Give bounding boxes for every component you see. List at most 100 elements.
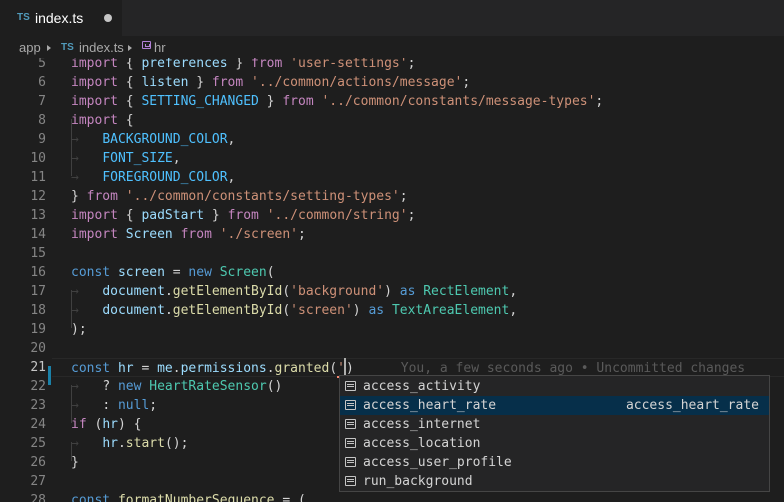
token: from bbox=[282, 94, 314, 109]
suggestion-item[interactable]: access_user_profile bbox=[340, 453, 769, 472]
tab-index-ts[interactable]: TS index.ts bbox=[0, 0, 122, 36]
line-number: 5 bbox=[38, 58, 46, 71]
line-number: 11 bbox=[30, 170, 46, 185]
token: import bbox=[71, 227, 118, 242]
suggestion-item[interactable]: access_location bbox=[340, 434, 769, 453]
token: . bbox=[164, 303, 173, 318]
token: ; bbox=[298, 227, 306, 242]
code-line: 13 import { padStart } from '../common/s… bbox=[0, 206, 784, 225]
breadcrumb-file[interactable]: index.ts bbox=[79, 40, 124, 55]
code-text: → document.getElementById('background') … bbox=[71, 282, 517, 301]
line-number: 14 bbox=[30, 227, 46, 242]
token: document bbox=[102, 284, 165, 299]
token: as bbox=[399, 284, 416, 299]
token: ( bbox=[282, 284, 291, 299]
enum-member-icon bbox=[345, 476, 356, 486]
code-line: 10 → FONT_SIZE, bbox=[0, 149, 784, 168]
code-text: → FOREGROUND_COLOR, bbox=[71, 168, 235, 187]
token: listen bbox=[141, 75, 189, 90]
tab-whitespace-marker: → bbox=[71, 436, 103, 451]
line-number: 15 bbox=[30, 246, 46, 261]
breadcrumb-symbol[interactable]: hr bbox=[154, 40, 166, 55]
token: granted bbox=[274, 361, 330, 376]
tab-whitespace-marker: → bbox=[71, 303, 103, 318]
line-number: 13 bbox=[30, 208, 46, 223]
token: ) { bbox=[117, 417, 142, 432]
token: from bbox=[180, 227, 212, 242]
token: = bbox=[164, 265, 189, 280]
token: from bbox=[227, 208, 259, 223]
code-line: 20 bbox=[0, 339, 784, 358]
code-line: 12 } from '../common/constants/setting-t… bbox=[0, 187, 784, 206]
variable-symbol-icon bbox=[142, 41, 151, 49]
token: : bbox=[102, 398, 118, 413]
token: preferences bbox=[141, 58, 228, 71]
code-text: import { preferences } from 'user-settin… bbox=[71, 58, 415, 73]
token: screen bbox=[117, 265, 165, 280]
token: import bbox=[71, 58, 118, 71]
token: , bbox=[172, 151, 181, 166]
token: null bbox=[117, 398, 150, 413]
line-number: 12 bbox=[30, 189, 46, 204]
token: ; bbox=[407, 208, 416, 223]
token: from bbox=[86, 189, 118, 204]
token: } bbox=[258, 94, 283, 109]
line-number: 8 bbox=[38, 113, 46, 128]
code-text: } from '../common/constants/setting-type… bbox=[71, 187, 408, 206]
token: } bbox=[71, 455, 79, 470]
suggestion-item[interactable]: access_activity bbox=[340, 377, 769, 396]
token: hr bbox=[102, 436, 118, 451]
code-line: 11 → FOREGROUND_COLOR, bbox=[0, 168, 784, 187]
suggestion-label: access_user_profile bbox=[363, 455, 512, 470]
code-line: 17 → document.getElementById('background… bbox=[0, 282, 784, 301]
code-text: → FONT_SIZE, bbox=[71, 149, 181, 168]
line-number: 27 bbox=[30, 474, 46, 489]
token: permissions bbox=[180, 361, 267, 376]
code-line: 15 bbox=[0, 244, 784, 263]
code-line: 14 import Screen from './screen'; bbox=[0, 225, 784, 244]
code-text: → hr.start(); bbox=[71, 434, 188, 453]
line-number: 23 bbox=[30, 398, 46, 413]
token: SETTING_CHANGED bbox=[141, 94, 259, 109]
autocomplete-suggestion-widget: access_activity access_heart_rate access… bbox=[339, 375, 770, 492]
tab-whitespace-marker: → bbox=[71, 170, 103, 185]
token: ( bbox=[86, 417, 103, 432]
token: . bbox=[164, 284, 173, 299]
breadcrumb-folder[interactable]: app bbox=[19, 40, 41, 55]
token: start bbox=[125, 436, 165, 451]
token: as bbox=[368, 303, 385, 318]
breadcrumb: app TS index.ts hr bbox=[0, 36, 784, 58]
enum-member-icon bbox=[345, 400, 356, 410]
line-number: 19 bbox=[30, 322, 46, 337]
token: document bbox=[102, 303, 165, 318]
token: TextAreaElement bbox=[391, 303, 510, 318]
token: (); bbox=[164, 436, 189, 451]
enum-member-icon bbox=[345, 381, 356, 391]
enum-member-icon bbox=[345, 457, 356, 467]
suggestion-label: access_activity bbox=[363, 379, 481, 394]
tab-title: index.ts bbox=[35, 10, 84, 26]
token: padStart bbox=[141, 208, 205, 223]
token: '../common/string' bbox=[266, 208, 408, 223]
typescript-file-icon: TS bbox=[61, 42, 74, 53]
token: () bbox=[266, 379, 283, 394]
token: const bbox=[71, 265, 111, 280]
suggestion-item[interactable]: run_background bbox=[340, 472, 769, 491]
token: ( bbox=[329, 361, 338, 376]
suggestion-item-selected[interactable]: access_heart_rate access_heart_rate bbox=[340, 396, 769, 415]
token: ( bbox=[266, 265, 275, 280]
suggestion-item[interactable]: access_internet bbox=[340, 415, 769, 434]
typescript-file-icon: TS bbox=[17, 12, 30, 23]
code-text: import { SETTING_CHANGED } from '../comm… bbox=[71, 92, 603, 111]
token: 'screen' bbox=[290, 303, 353, 318]
token: import bbox=[71, 113, 118, 128]
unsaved-dot-icon[interactable] bbox=[104, 14, 112, 22]
token: } bbox=[71, 189, 87, 204]
line-number: 25 bbox=[30, 436, 46, 451]
